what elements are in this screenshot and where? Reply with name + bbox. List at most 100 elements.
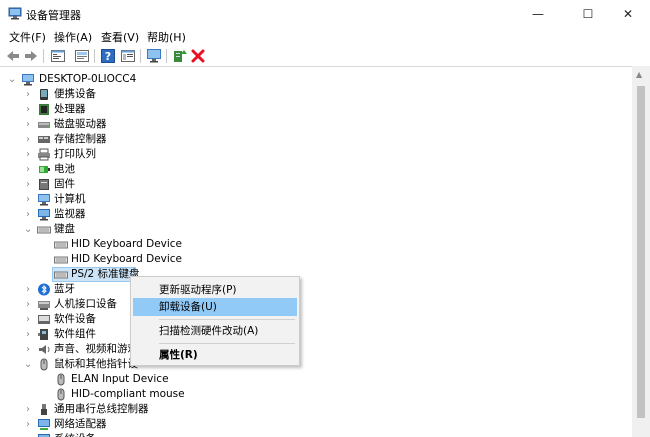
close-button[interactable]: ✕ xyxy=(606,0,650,28)
mouse-icon xyxy=(40,358,48,371)
tree-category-label[interactable]: 声音、视频和游戏 xyxy=(54,342,138,357)
device-tree: ⌄ DESKTOP-0LIOCC4 › 便携设备 › 处理器 › 磁盘驱动器 › 存储控制器 ›… xyxy=(0,66,632,437)
svg-text:?: ? xyxy=(105,50,111,63)
keyboard-icon xyxy=(54,256,68,264)
tree-expander[interactable]: › xyxy=(24,312,32,327)
tree-expander[interactable]: › xyxy=(24,207,32,222)
tree-category-label[interactable]: 监视器 xyxy=(54,207,86,222)
bluetooth-icon xyxy=(38,283,50,296)
menu-update-driver[interactable]: 更新驱动程序(P) xyxy=(133,281,297,299)
tree-expander[interactable]: › xyxy=(24,87,32,102)
tree-device-label[interactable]: ELAN Input Device xyxy=(71,372,169,387)
tree-expander[interactable]: › xyxy=(24,102,32,117)
view-icon[interactable] xyxy=(120,48,136,64)
tree-expander[interactable]: › xyxy=(24,297,32,312)
tree-expander[interactable]: › xyxy=(24,117,32,132)
monitor-icon xyxy=(38,209,50,221)
tree-expander[interactable]: › xyxy=(24,417,32,432)
tree-root-label[interactable]: DESKTOP-0LIOCC4 xyxy=(39,72,136,87)
tree-category-label[interactable]: 计算机 xyxy=(54,192,86,207)
scroll-thumb[interactable] xyxy=(637,86,645,418)
tree-device-label[interactable]: HID Keyboard Device xyxy=(71,252,182,267)
tree-expander[interactable]: ⌄ xyxy=(24,357,32,372)
network-adapter-icon xyxy=(38,419,50,430)
printer-icon xyxy=(38,148,50,161)
tree-category-label[interactable]: 通用串行总线控制器 xyxy=(54,402,149,417)
software-device-icon xyxy=(38,315,50,324)
tree-expander[interactable]: › xyxy=(24,162,32,177)
maximize-button[interactable]: ☐ xyxy=(566,0,610,28)
tree-category-label[interactable]: 软件组件 xyxy=(54,327,96,342)
disk-drive-icon xyxy=(38,122,50,128)
mouse-icon xyxy=(57,388,65,401)
tree-expander[interactable]: › xyxy=(24,192,32,207)
tree-expander[interactable]: › xyxy=(24,177,32,192)
computer-category-icon xyxy=(38,194,50,206)
help-icon[interactable]: ? xyxy=(100,48,116,64)
tree-expander[interactable]: › xyxy=(24,402,32,417)
properties-icon[interactable] xyxy=(50,48,66,64)
usb-icon xyxy=(41,404,47,415)
menu-action[interactable]: 操作(A) xyxy=(54,29,92,45)
tree-expander[interactable]: › xyxy=(24,432,32,437)
firmware-icon xyxy=(39,179,49,190)
tree-category-label[interactable]: 打印队列 xyxy=(54,147,96,162)
forward-arrow-icon[interactable] xyxy=(23,48,39,64)
tree-expander[interactable]: › xyxy=(24,342,32,357)
menu-properties[interactable]: 属性(R) xyxy=(133,346,297,364)
keyboard-icon xyxy=(37,226,51,234)
tree-device-label[interactable]: HID-compliant mouse xyxy=(71,387,185,402)
system-device-icon xyxy=(38,434,50,437)
tree-expander[interactable]: › xyxy=(24,147,32,162)
toolbar: ? xyxy=(0,46,650,66)
tree-expander[interactable]: › xyxy=(24,327,32,342)
tree-category-label[interactable]: 软件设备 xyxy=(54,312,96,327)
tree-category-label[interactable]: 固件 xyxy=(54,177,75,192)
keyboard-icon xyxy=(54,241,68,249)
menu-help[interactable]: 帮助(H) xyxy=(147,29,186,45)
context-menu: 更新驱动程序(P) 卸载设备(U) 扫描检测硬件改动(A) 属性(R) xyxy=(130,276,300,366)
root-expander[interactable]: ⌄ xyxy=(8,72,16,87)
window-title: 设备管理器 xyxy=(26,9,81,22)
computer-icon xyxy=(22,74,34,86)
scan-monitor-icon[interactable] xyxy=(146,48,162,64)
menu-scan-hardware[interactable]: 扫描检测硬件改动(A) xyxy=(133,322,297,340)
device-manager-icon xyxy=(8,7,22,20)
portable-device-icon xyxy=(40,89,48,100)
scroll-up-icon[interactable]: ▲ xyxy=(636,70,642,79)
software-component-icon xyxy=(38,329,48,340)
tree-category-label[interactable]: 蓝牙 xyxy=(54,282,75,297)
vertical-scrollbar[interactable]: ▲ xyxy=(632,66,650,437)
tree-expander[interactable]: › xyxy=(24,282,32,297)
tree-category-label[interactable]: 网络适配器 xyxy=(54,417,107,432)
menu-view[interactable]: 查看(V) xyxy=(101,29,139,45)
tree-category-label[interactable]: 磁盘驱动器 xyxy=(54,117,107,132)
sound-icon xyxy=(39,345,50,354)
tree-device-label[interactable]: HID Keyboard Device xyxy=(71,237,182,252)
menu-file[interactable]: 文件(F) xyxy=(9,29,46,45)
storage-controller-icon xyxy=(38,136,50,143)
title-bar: 设备管理器 — ☐ ✕ xyxy=(0,0,650,28)
menu-bar: 文件(F) 操作(A) 查看(V) 帮助(H) xyxy=(0,28,650,46)
tree-category-label[interactable]: 便携设备 xyxy=(54,87,96,102)
tree-expander[interactable]: ⌄ xyxy=(24,222,32,237)
menu-uninstall-device[interactable]: 卸载设备(U) xyxy=(133,298,297,316)
update-icon[interactable] xyxy=(74,48,90,64)
tree-category-label[interactable]: 处理器 xyxy=(54,102,86,117)
minimize-button[interactable]: — xyxy=(516,0,560,28)
tree-category-label[interactable]: 键盘 xyxy=(54,222,75,237)
tree-category-label[interactable]: 系统设备 xyxy=(54,432,96,437)
tree-expander[interactable]: › xyxy=(24,132,32,147)
processor-icon xyxy=(39,104,49,115)
tree-category-label[interactable]: 鼠标和其他指针设 xyxy=(54,357,138,372)
tree-category-label[interactable]: 电池 xyxy=(54,162,75,177)
mouse-icon xyxy=(57,373,65,386)
battery-icon xyxy=(39,166,50,173)
remove-device-icon[interactable] xyxy=(190,48,206,64)
hid-icon xyxy=(38,301,50,310)
back-arrow-icon[interactable] xyxy=(5,48,21,64)
add-driver-icon[interactable] xyxy=(172,48,188,64)
tree-category-label[interactable]: 存储控制器 xyxy=(54,132,107,147)
tree-category-label[interactable]: 人机接口设备 xyxy=(54,297,117,312)
keyboard-icon xyxy=(54,271,68,279)
